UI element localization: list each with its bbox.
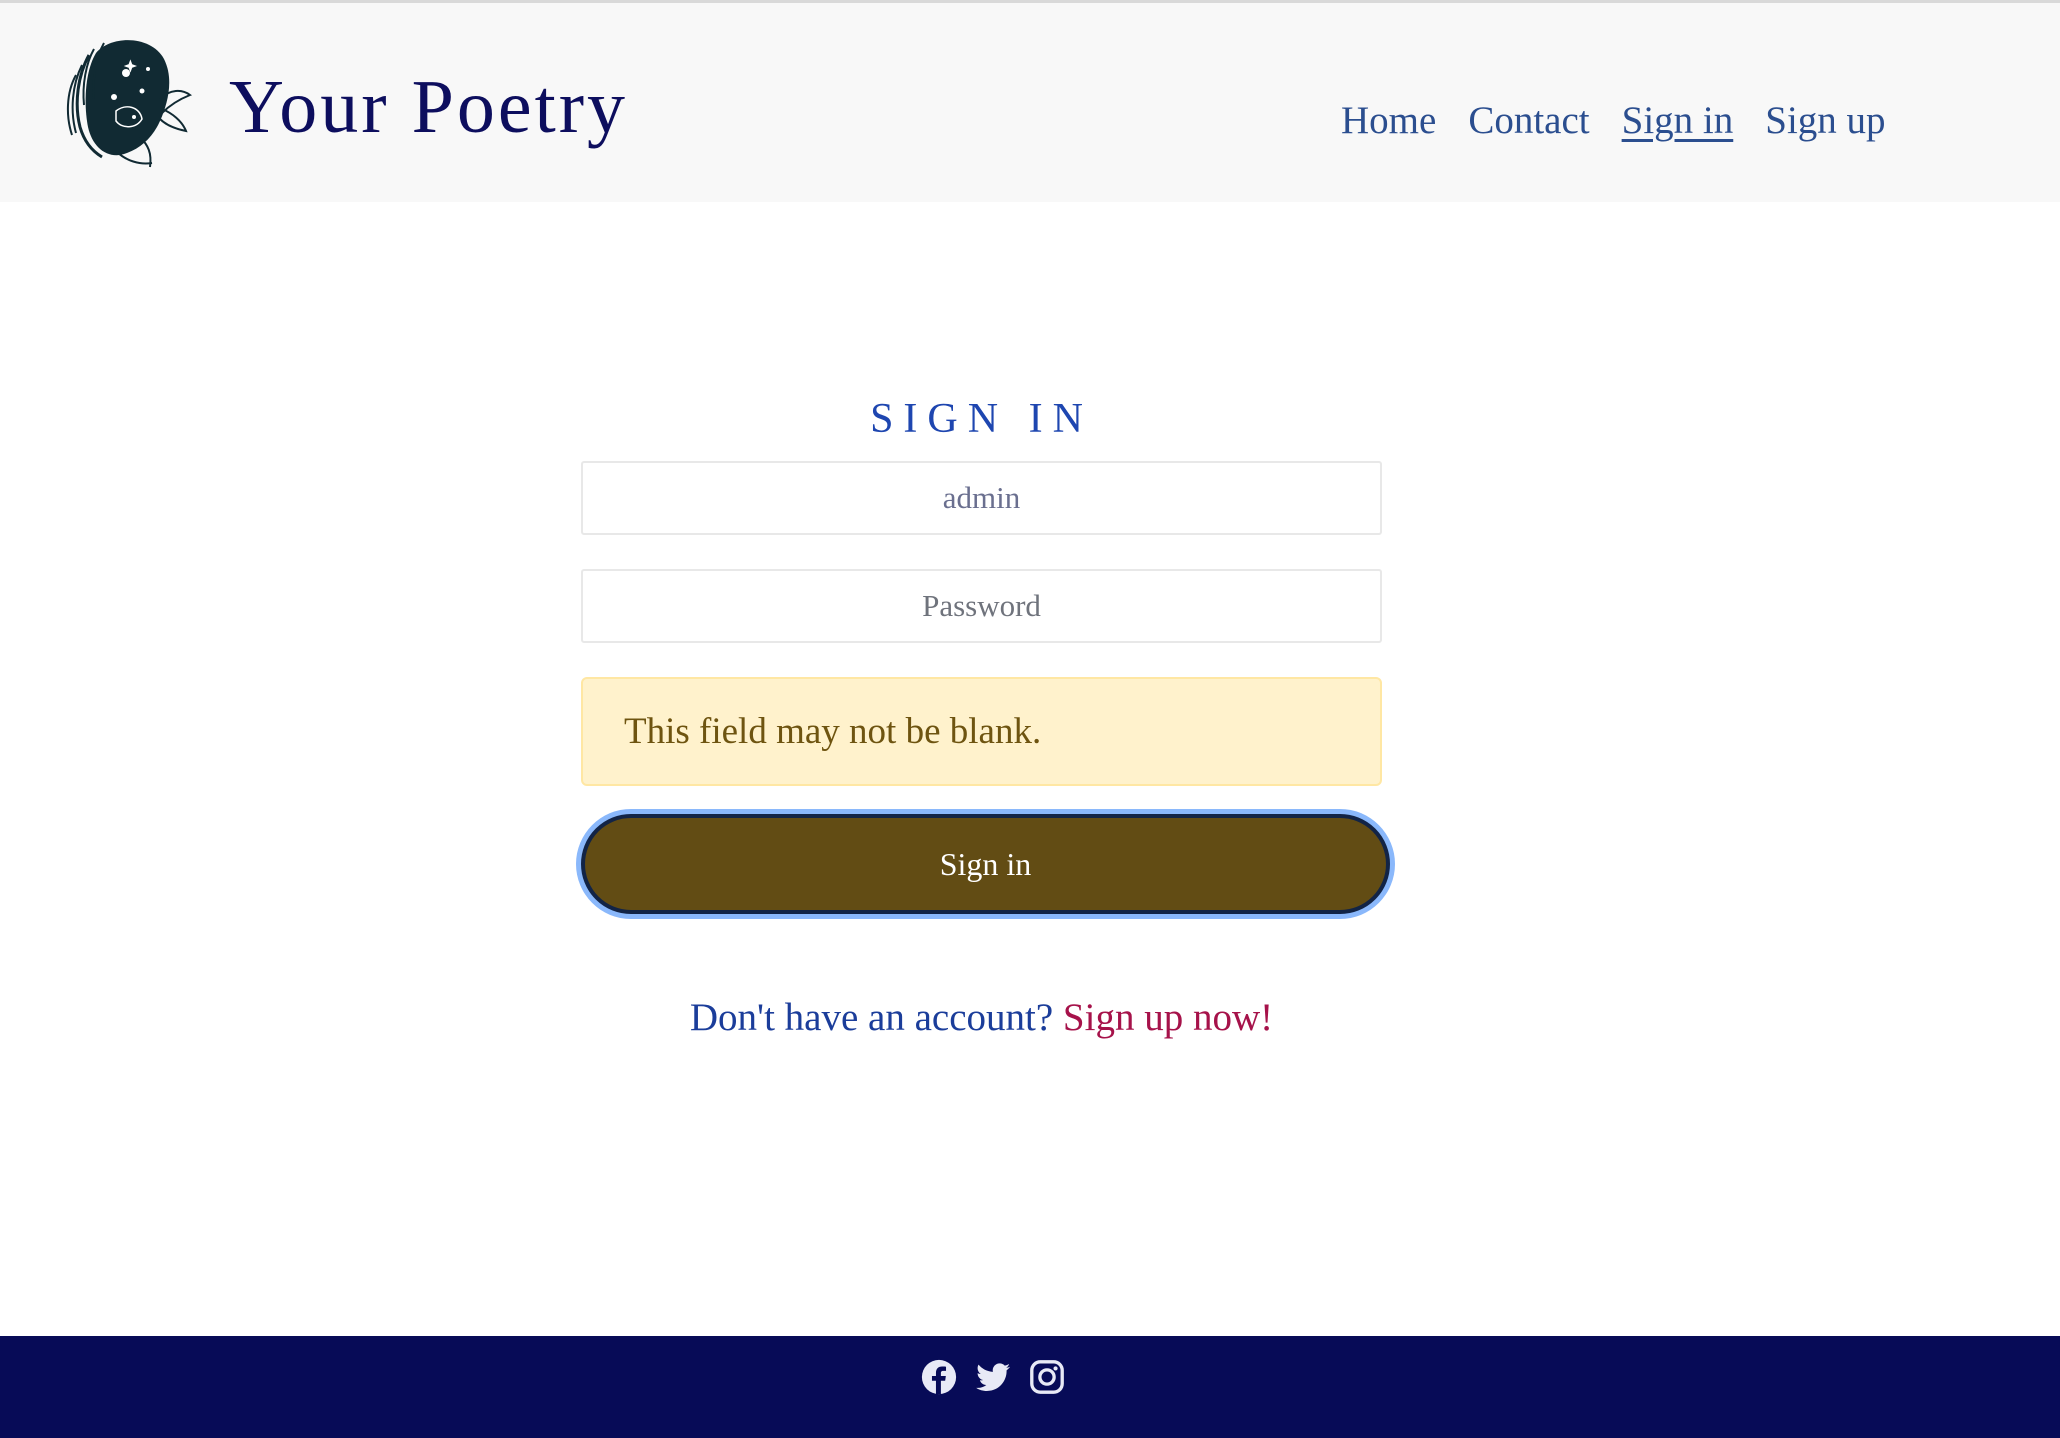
twitter-icon xyxy=(976,1363,1011,1391)
validation-alert: This field may not be blank. xyxy=(581,677,1382,786)
validation-message: This field may not be blank. xyxy=(624,711,1042,752)
main-nav: Home Contact Sign in Sign up xyxy=(1341,101,1886,140)
facebook-link[interactable] xyxy=(920,1358,958,1396)
twitter-link[interactable] xyxy=(974,1358,1012,1396)
navbar: Your Poetry Home Contact Sign in Sign up xyxy=(0,3,2060,202)
poet-portrait-logo xyxy=(66,40,193,168)
page-title: Sign in xyxy=(870,396,1093,442)
brand-title[interactable]: Your Poetry xyxy=(229,69,628,145)
facebook-icon xyxy=(921,1359,957,1395)
nav-link-contact[interactable]: Contact xyxy=(1468,101,1589,140)
signup-prompt: Don't have an account? Sign up now! xyxy=(581,998,1382,1037)
footer xyxy=(0,1336,2060,1438)
sign-in-button[interactable]: Sign in xyxy=(581,814,1390,914)
username-input[interactable] xyxy=(581,461,1382,535)
sign-up-link[interactable]: Sign up now! xyxy=(1063,996,1273,1039)
instagram-icon xyxy=(1030,1360,1064,1394)
nav-link-sign-up[interactable]: Sign up xyxy=(1765,101,1885,140)
nav-link-sign-in[interactable]: Sign in xyxy=(1622,101,1734,140)
password-input[interactable] xyxy=(581,569,1382,643)
signup-prompt-text: Don't have an account? xyxy=(689,996,1054,1039)
instagram-link[interactable] xyxy=(1028,1358,1066,1396)
social-links xyxy=(920,1358,1066,1396)
nav-link-home[interactable]: Home xyxy=(1341,101,1436,140)
